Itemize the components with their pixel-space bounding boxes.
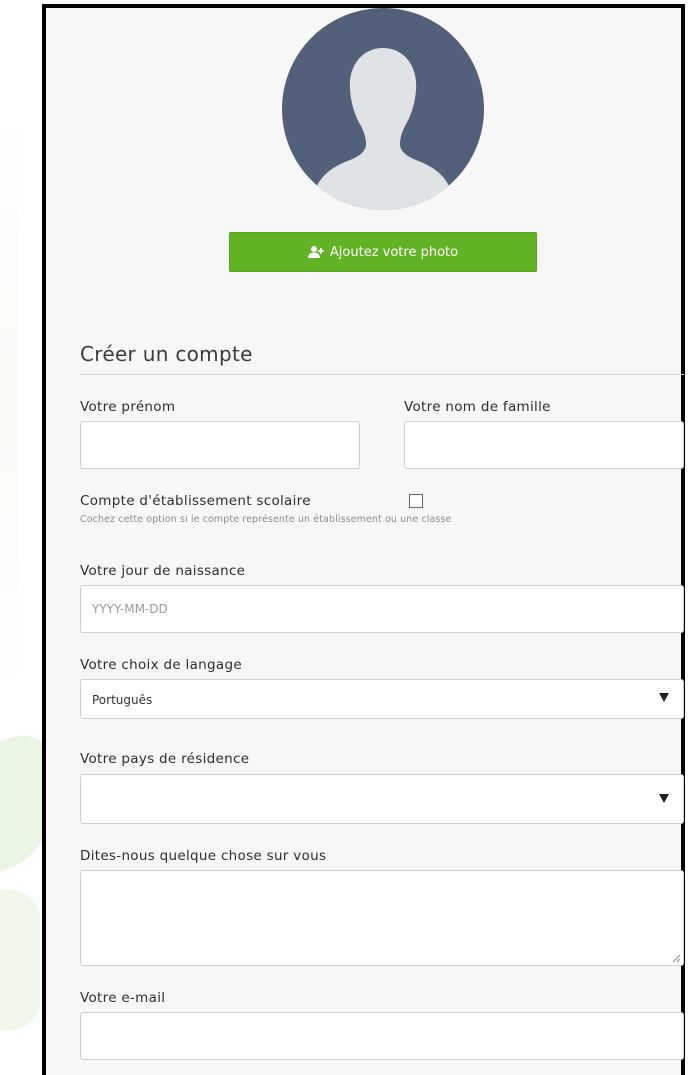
birthday-field[interactable]: [80, 585, 684, 633]
language-label: Votre choix de langage: [80, 657, 242, 673]
school-account-label: Compte d'établissement scolaire: [80, 493, 311, 509]
birthday-label: Votre jour de naissance: [80, 563, 246, 579]
language-selected-value: Português: [92, 693, 153, 707]
last-name-field[interactable]: [404, 421, 684, 469]
add-user-icon: [307, 245, 324, 259]
caret-down-icon: [659, 693, 669, 702]
add-photo-button[interactable]: Ajoutez votre photo: [229, 232, 537, 272]
email-label: Votre e-mail: [80, 990, 166, 1006]
caret-down-icon: [659, 794, 669, 803]
school-account-hint: Cochez cette option si le compte représe…: [80, 514, 452, 525]
first-name-field[interactable]: [80, 421, 360, 469]
add-photo-label: Ajoutez votre photo: [329, 244, 459, 260]
last-name-label: Votre nom de famille: [404, 399, 551, 415]
user-silhouette-icon: [312, 48, 454, 210]
first-name-label: Votre prénom: [80, 399, 176, 415]
background-decoration: [0, 0, 44, 1071]
email-field[interactable]: [80, 1012, 684, 1060]
last-name-input[interactable]: [405, 422, 683, 468]
email-input[interactable]: [81, 1013, 683, 1059]
language-select[interactable]: Português: [80, 679, 684, 719]
form-title: Créer un compte: [80, 342, 253, 366]
country-label: Votre pays de résidence: [80, 751, 250, 767]
about-textarea[interactable]: [81, 871, 683, 965]
about-field[interactable]: [80, 870, 684, 966]
birthday-input[interactable]: [81, 586, 683, 632]
title-divider: [80, 374, 684, 375]
avatar: [282, 8, 484, 210]
school-account-checkbox[interactable]: [409, 494, 423, 508]
resize-grip-icon[interactable]: [671, 953, 681, 963]
country-select[interactable]: [80, 774, 684, 824]
about-label: Dites-nous quelque chose sur vous: [80, 848, 327, 864]
signup-panel: Ajoutez votre photo Créer un compte Votr…: [42, 4, 685, 1075]
first-name-input[interactable]: [81, 422, 359, 468]
